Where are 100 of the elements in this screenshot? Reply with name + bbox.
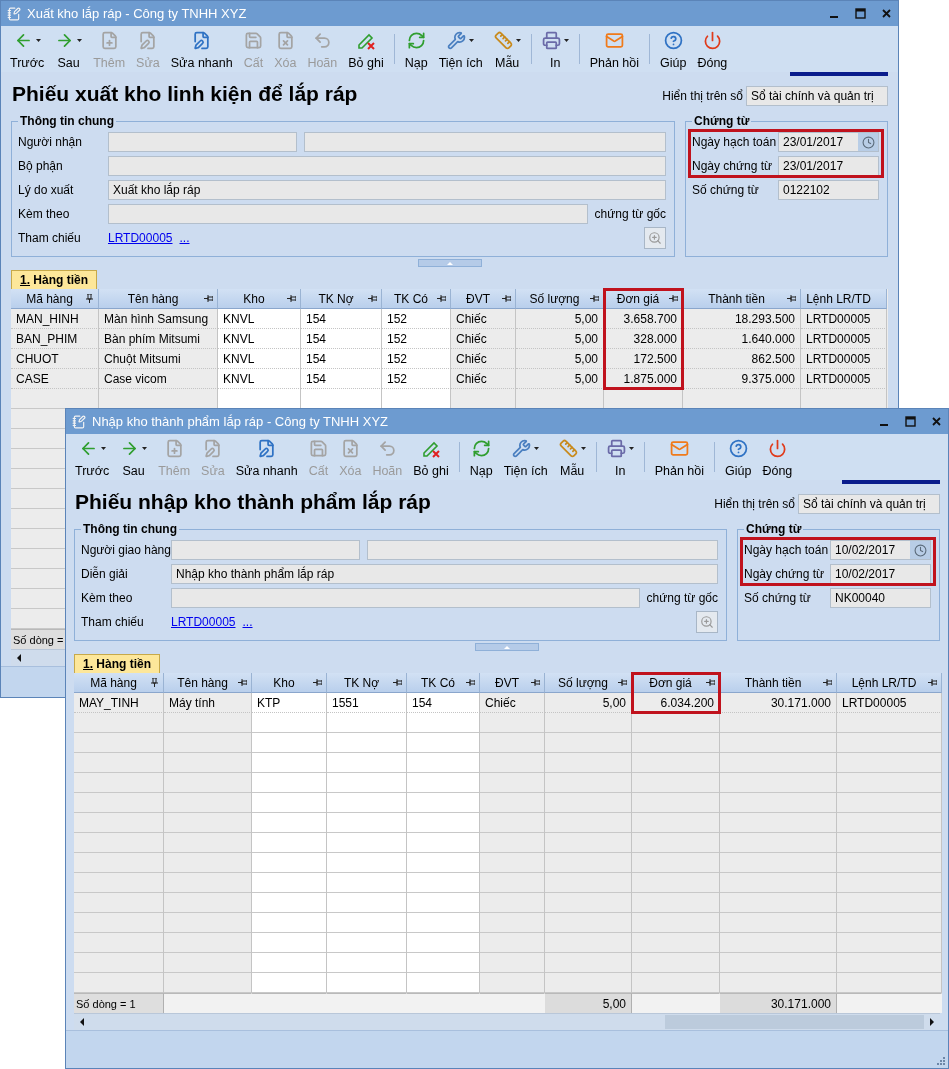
table-cell: Máy tính	[164, 693, 252, 713]
toolbar-button[interactable]: Sửa nhanh	[165, 26, 238, 72]
column-header[interactable]: Mã hàng	[74, 673, 164, 693]
input-field[interactable]: Xuất kho lắp ráp	[108, 180, 666, 200]
table-cell: 30.171.000	[720, 693, 837, 713]
group-title: Chứng từ	[693, 114, 751, 128]
column-header[interactable]: ĐVT	[451, 289, 516, 309]
table-cell: BAN_PHIM	[11, 329, 99, 349]
toolbar-button[interactable]: Mẫu	[488, 26, 526, 72]
toolbar-button[interactable]: Sửa nhanh	[230, 434, 303, 480]
field-label: Người giao hàng	[81, 543, 171, 557]
field-label: Lý do xuất	[18, 183, 75, 197]
column-header[interactable]: Kho	[252, 673, 327, 693]
field-label: Tham chiếu	[81, 615, 145, 629]
toolbar-button[interactable]: In	[536, 26, 574, 72]
input-field[interactable]: 0122102	[778, 180, 879, 200]
toolbar-button[interactable]: Mẫu	[553, 434, 591, 480]
toolbar-button[interactable]: Nạp	[399, 26, 433, 72]
toolbar-button[interactable]: Trước	[70, 434, 115, 480]
table-cell: Màn hình Samsung	[99, 309, 218, 329]
toolbar-button[interactable]: Đóng	[757, 434, 798, 480]
toolbar-button[interactable]: Bỏ ghi	[343, 26, 389, 72]
input-field[interactable]: 10/02/2017	[830, 564, 931, 584]
column-header[interactable]: Tên hàng	[164, 673, 252, 693]
table-cell: Chiếc	[480, 693, 545, 713]
table-cell: 862.500	[683, 349, 801, 369]
table-cell: LRTD00005	[801, 309, 887, 329]
table-cell: Chiếc	[451, 329, 516, 349]
toolbar-button[interactable]: Phản hồi	[584, 26, 645, 72]
table-cell: KNVL	[218, 369, 301, 389]
table-cell: KNVL	[218, 349, 301, 369]
toolbar-button[interactable]: Sau	[115, 434, 153, 480]
group-title: Thông tin chung	[19, 114, 115, 128]
table-cell: Chuột Mitsumi	[99, 349, 218, 369]
input-field[interactable]: 23/01/2017	[778, 156, 879, 176]
column-header[interactable]: ĐVT	[480, 673, 545, 693]
column-header[interactable]: TK Có	[382, 289, 451, 309]
total-cell: 5,00	[545, 993, 632, 1013]
toolbar-button[interactable]: Nạp	[464, 434, 498, 480]
toolbar-button[interactable]: Giúp	[655, 26, 692, 72]
reference-link[interactable]: LRTD00005	[171, 615, 236, 629]
toolbar-button[interactable]: Bỏ ghi	[408, 434, 454, 480]
input-field[interactable]: 10/02/2017	[830, 540, 931, 560]
table-cell: 152	[382, 309, 451, 329]
table-cell: CASE	[11, 369, 99, 389]
input-field[interactable]: 23/01/2017	[778, 132, 879, 152]
table-cell: 154	[407, 693, 480, 713]
table-cell: KTP	[252, 693, 327, 713]
table-cell: LRTD00005	[801, 369, 887, 389]
toolbar-button[interactable]: Tiện ích	[498, 434, 553, 480]
tab[interactable]: 1. Hàng tiền	[11, 270, 98, 289]
table-cell: 152	[382, 349, 451, 369]
table-cell: 154	[301, 329, 382, 349]
column-header[interactable]: TK Nợ	[327, 673, 407, 693]
column-header[interactable]: Số lượng	[545, 673, 632, 693]
toolbar-button[interactable]: Tiện ích	[433, 26, 488, 72]
window-title: Nhập kho thành phẩm lắp ráp - Công ty TNHH XYZ	[92, 414, 390, 429]
column-header[interactable]: TK Có	[407, 673, 480, 693]
field-label: Hiển thị trên sổ	[714, 497, 795, 511]
group-title: Chứng từ	[745, 522, 803, 536]
ledger-field[interactable]: Sổ tài chính và quản trị	[798, 494, 940, 514]
more-link[interactable]: ...	[242, 615, 253, 629]
field-label: Tham chiếu	[18, 231, 82, 245]
column-header[interactable]: Kho	[218, 289, 301, 309]
input-field[interactable]: Nhập kho thành phẩm lắp ráp	[171, 564, 718, 584]
toolbar-button[interactable]: Sau	[50, 26, 88, 72]
table-cell: 152	[382, 329, 451, 349]
tab[interactable]: 1. Hàng tiền	[74, 654, 161, 673]
field-label: Ngày chứng từ	[692, 159, 774, 173]
column-header[interactable]: Thành tiền	[720, 673, 837, 693]
table-cell: Chiếc	[451, 369, 516, 389]
table-cell: KNVL	[218, 309, 301, 329]
table-cell: LRTD00005	[801, 349, 887, 369]
column-header[interactable]: Mã hàng	[11, 289, 99, 309]
table-cell: 154	[301, 349, 382, 369]
column-header[interactable]: Số lượng	[516, 289, 604, 309]
column-header[interactable]: Tên hàng	[99, 289, 218, 309]
toolbar-button[interactable]: Trước	[5, 26, 50, 72]
row-count: Số dòng = 1	[74, 993, 164, 1013]
toolbar-button[interactable]: In	[601, 434, 639, 480]
column-header[interactable]: Lệnh LR/TD	[801, 289, 887, 309]
table-cell: KNVL	[218, 329, 301, 349]
table-cell: Chiếc	[451, 309, 516, 329]
ledger-field[interactable]: Sổ tài chính và quản trị	[746, 86, 888, 106]
table-cell: 18.293.500	[683, 309, 801, 329]
table-cell: 154	[301, 369, 382, 389]
toolbar-button[interactable]: Phản hồi	[649, 434, 710, 480]
column-header[interactable]: Lệnh LR/TD	[837, 673, 942, 693]
reference-link[interactable]: LRTD00005	[108, 231, 173, 245]
table-cell: 154	[301, 309, 382, 329]
input-field[interactable]: NK00040	[830, 588, 931, 608]
toolbar-button[interactable]: Giúp	[720, 434, 757, 480]
field-label: Kèm theo	[81, 591, 134, 605]
toolbar-button[interactable]: Đóng	[692, 26, 733, 72]
group-title: Thông tin chung	[82, 522, 178, 536]
more-link[interactable]: ...	[179, 231, 190, 245]
column-header[interactable]: TK Nợ	[301, 289, 382, 309]
column-header[interactable]: Thành tiền	[683, 289, 801, 309]
table-cell: Chiếc	[451, 349, 516, 369]
table-cell: 1.640.000	[683, 329, 801, 349]
